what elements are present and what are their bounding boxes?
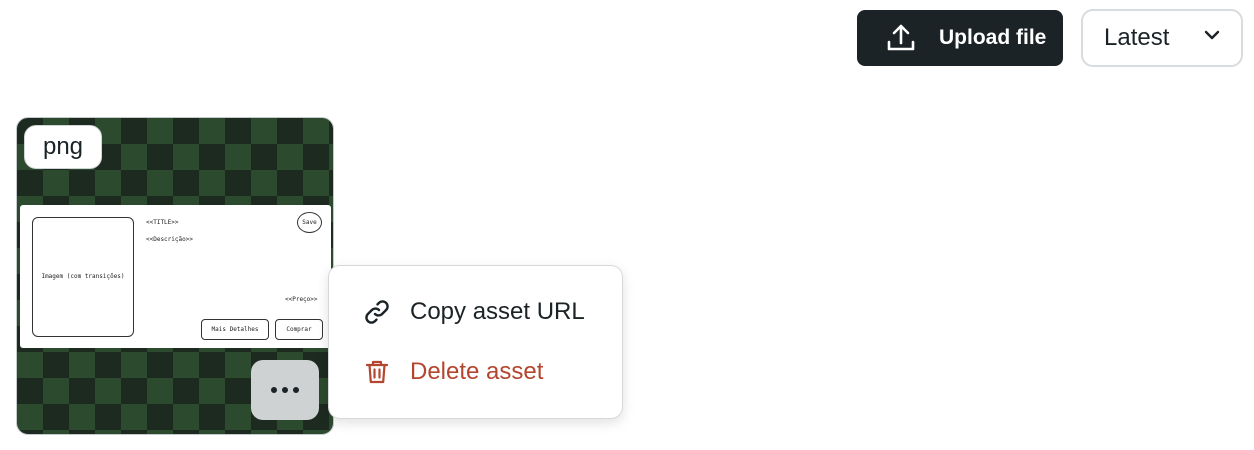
more-horizontal-icon-dot	[293, 387, 299, 393]
upload-icon	[885, 22, 917, 54]
wireframe-save: Save	[297, 212, 322, 233]
delete-asset-item[interactable]: Delete asset	[363, 352, 543, 392]
file-type-badge: png	[24, 125, 102, 169]
asset-context-menu: Copy asset URL Delete asset	[328, 265, 623, 419]
wireframe-image-placeholder: Imagem (com transições)	[32, 217, 134, 337]
wireframe-more-details: Mais Detalhes	[201, 319, 269, 340]
more-horizontal-icon-dot	[271, 387, 277, 393]
trash-icon	[363, 358, 391, 386]
wireframe-image-text: Imagem (com transições)	[41, 273, 125, 281]
upload-file-label: Upload file	[939, 26, 1047, 49]
sort-select[interactable]: Latest	[1081, 9, 1243, 67]
copy-asset-url-label: Copy asset URL	[410, 298, 585, 325]
more-options-button[interactable]	[251, 360, 319, 420]
delete-asset-label: Delete asset	[410, 358, 544, 385]
copy-asset-url-item[interactable]: Copy asset URL	[363, 292, 585, 332]
wireframe-buy: Comprar	[275, 319, 323, 340]
wireframe-description: <<Descrição>>	[146, 236, 193, 243]
asset-preview-image: Imagem (com transições) <<TITLE>> <<Desc…	[20, 205, 331, 348]
sort-select-value: Latest	[1104, 24, 1170, 51]
asset-card[interactable]: png Imagem (com transições) <<TITLE>> <<…	[16, 117, 334, 435]
upload-file-button[interactable]: Upload file	[857, 10, 1063, 66]
more-horizontal-icon-dot	[282, 387, 288, 393]
link-icon	[363, 298, 391, 326]
chevron-down-icon	[1201, 24, 1223, 53]
wireframe-title: <<TITLE>>	[146, 219, 179, 226]
wireframe-price: <<Preço>>	[285, 296, 318, 303]
